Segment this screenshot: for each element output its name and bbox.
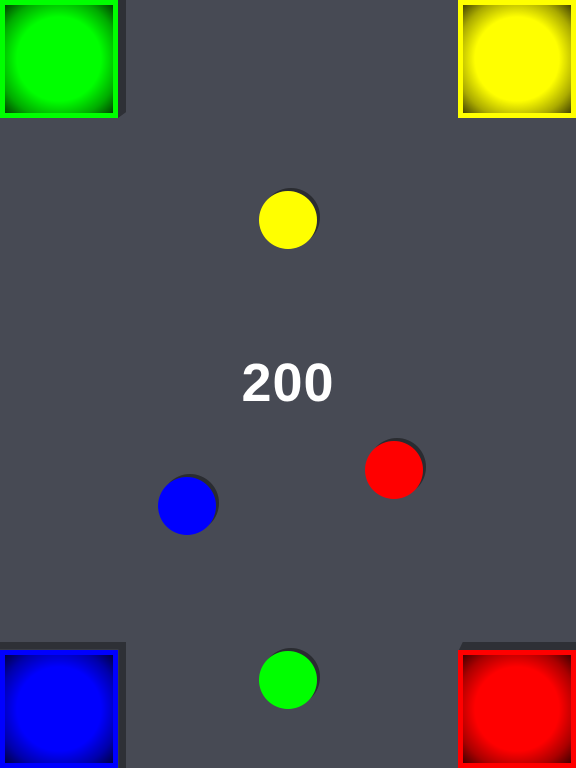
red-ball-body xyxy=(365,441,423,499)
green-ball-body xyxy=(259,651,317,709)
red-box-fill xyxy=(463,655,571,763)
yellow-ball[interactable] xyxy=(259,188,320,249)
green-corner-box[interactable] xyxy=(0,0,118,118)
game-board: 200 xyxy=(0,0,576,768)
yellow-corner-box[interactable] xyxy=(458,0,576,118)
blue-box-fill xyxy=(5,655,113,763)
yellow-box-fill xyxy=(463,5,571,113)
blue-corner-box[interactable] xyxy=(0,650,118,768)
green-box-shadow xyxy=(118,0,126,118)
yellow-ball-body xyxy=(259,191,317,249)
red-ball[interactable] xyxy=(365,438,426,499)
green-box-fill xyxy=(5,5,113,113)
blue-ball-body xyxy=(158,477,216,535)
blue-ball[interactable] xyxy=(158,474,219,535)
green-ball[interactable] xyxy=(259,648,320,709)
score-display: 200 xyxy=(241,353,335,413)
red-corner-box[interactable] xyxy=(458,650,576,768)
